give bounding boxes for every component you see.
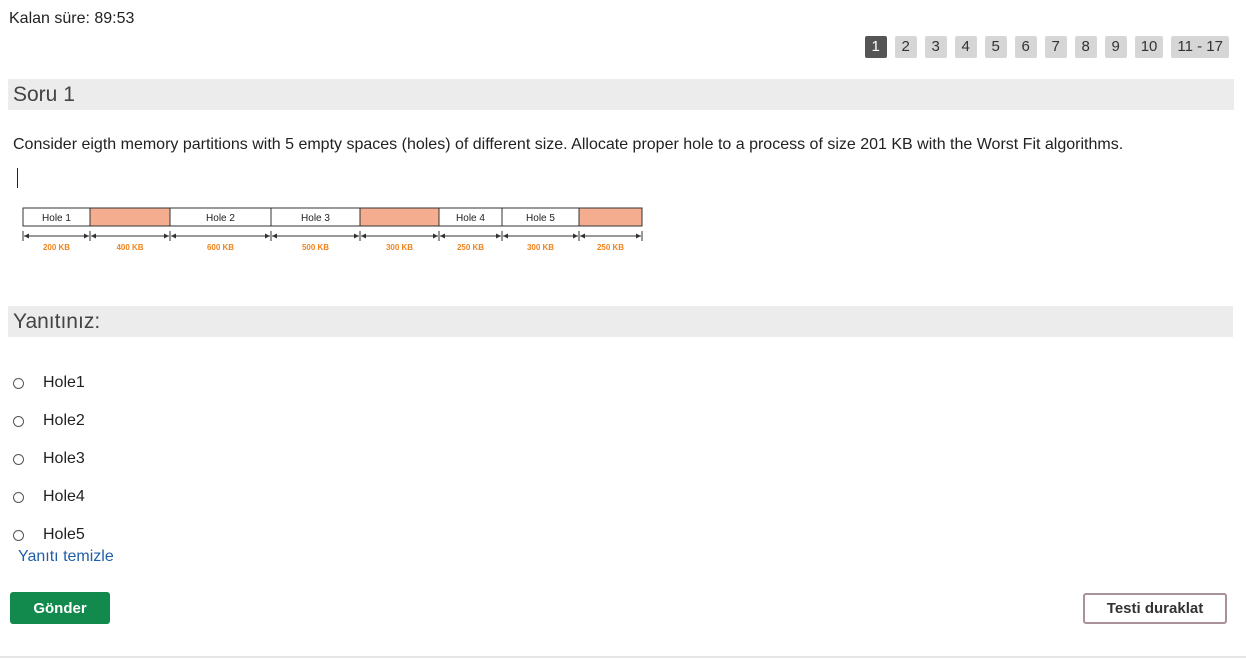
- option-label: Hole4: [43, 488, 85, 505]
- option-label: Hole3: [43, 450, 85, 467]
- option-hole4[interactable]: Hole4: [13, 478, 85, 516]
- partition-size-label: 300 KB: [527, 243, 554, 252]
- partition-segment: Hole 4: [438, 207, 503, 227]
- question-header: Soru 1: [8, 79, 1234, 110]
- page-button-8[interactable]: 8: [1074, 36, 1097, 58]
- clear-answer-link[interactable]: Yanıtı temizle: [18, 548, 114, 566]
- memory-partition-diagram: Hole 1 Hole 2 Hole 3 Hole 4 Hole 5 200 KB 400…: [22, 207, 643, 252]
- partition-size-label: 250 KB: [457, 243, 484, 252]
- page-button-6[interactable]: 6: [1014, 36, 1037, 58]
- partition-segment: [89, 207, 171, 227]
- radio-button[interactable]: [13, 491, 24, 503]
- partition-segment: Hole 1: [22, 207, 91, 227]
- question-pager: 1 2 3 4 5 6 7 8 9 10 11 - 17: [864, 36, 1229, 58]
- partition-segment: Hole 2: [169, 207, 272, 227]
- hole-label: Hole 2: [206, 213, 235, 224]
- hole-label: Hole 1: [42, 213, 71, 224]
- partition-size-label: 200 KB: [43, 243, 70, 252]
- partition-size-label: 250 KB: [597, 243, 624, 252]
- remaining-time: Kalan süre: 89:53: [9, 10, 135, 27]
- partition-segment: [359, 207, 440, 227]
- radio-button[interactable]: [13, 377, 24, 389]
- option-label: Hole1: [43, 374, 85, 391]
- bottom-divider: [0, 656, 1246, 658]
- page-button-9[interactable]: 9: [1104, 36, 1127, 58]
- page-button-2[interactable]: 2: [894, 36, 917, 58]
- option-hole2[interactable]: Hole2: [13, 402, 85, 440]
- radio-button[interactable]: [13, 529, 24, 541]
- option-label: Hole2: [43, 412, 85, 429]
- answer-options: Hole1 Hole2 Hole3 Hole4 Hole5: [13, 364, 85, 554]
- page-button-range[interactable]: 11 - 17: [1171, 36, 1229, 58]
- partition-size-label: 300 KB: [386, 243, 413, 252]
- option-label: Hole5: [43, 526, 85, 543]
- answer-header: Yanıtınız:: [8, 306, 1233, 337]
- partition-size-label: 600 KB: [207, 243, 234, 252]
- radio-button[interactable]: [13, 415, 24, 427]
- hole-label: Hole 3: [301, 213, 330, 224]
- page-button-1[interactable]: 1: [864, 36, 887, 58]
- option-hole1[interactable]: Hole1: [13, 364, 85, 402]
- page-button-10[interactable]: 10: [1134, 36, 1164, 58]
- page-button-4[interactable]: 4: [954, 36, 977, 58]
- partition-size-label: 400 KB: [116, 243, 143, 252]
- page-button-7[interactable]: 7: [1044, 36, 1067, 58]
- radio-button[interactable]: [13, 453, 24, 465]
- page-button-5[interactable]: 5: [984, 36, 1007, 58]
- partition-segment: [578, 207, 643, 227]
- partition-segment: Hole 3: [270, 207, 361, 227]
- partition-size-label: 500 KB: [302, 243, 329, 252]
- hole-label: Hole 5: [526, 213, 555, 224]
- question-text: Consider eigth memory partitions with 5 …: [13, 136, 1124, 153]
- pause-test-button[interactable]: Testi duraklat: [1083, 593, 1227, 624]
- hole-label: Hole 4: [456, 213, 485, 224]
- page-button-3[interactable]: 3: [924, 36, 947, 58]
- submit-button[interactable]: Gönder: [10, 592, 110, 624]
- text-cursor: [17, 168, 18, 188]
- partition-segment: Hole 5: [501, 207, 580, 227]
- option-hole3[interactable]: Hole3: [13, 440, 85, 478]
